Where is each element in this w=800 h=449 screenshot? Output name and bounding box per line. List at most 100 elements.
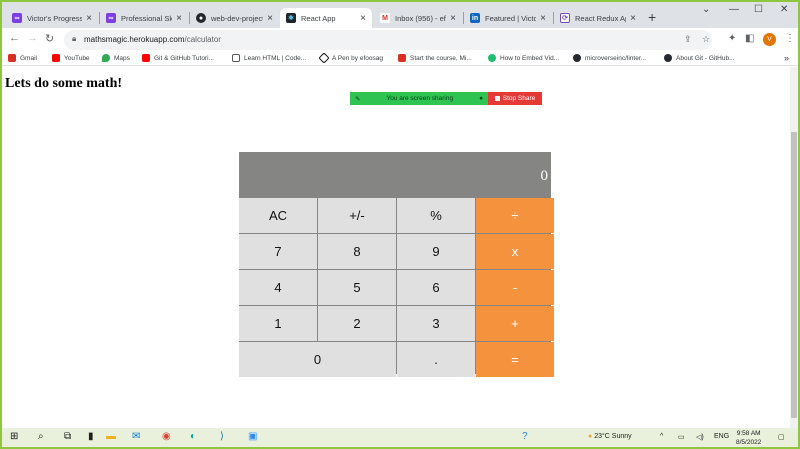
key-8[interactable]: 8 [318, 234, 396, 269]
menu-kebab-icon[interactable]: ⋮ [785, 33, 795, 44]
app-icon: ∞ [106, 13, 116, 23]
url-path: /calculator [184, 35, 221, 44]
key-subtract[interactable]: - [476, 270, 554, 305]
stop-share-button[interactable]: Stop Share [488, 92, 542, 105]
battery-icon[interactable]: ▭ [678, 433, 685, 441]
react-icon: ⚛ [286, 13, 296, 23]
app-icon: ∞ [12, 13, 22, 23]
widgets-icon[interactable]: ▮ [88, 431, 94, 442]
file-explorer-icon[interactable]: ▬ [106, 431, 116, 442]
volume-icon[interactable]: ◁) [696, 433, 704, 441]
mail-icon[interactable]: ✉ [132, 431, 140, 442]
key-multiply[interactable]: x [476, 234, 554, 269]
language-indicator[interactable]: ENG [714, 433, 729, 440]
tab-web-dev-project[interactable]: ● web-dev-project × [190, 8, 279, 28]
key-5[interactable]: 5 [318, 270, 396, 305]
lock-icon: 🔒︎ [72, 34, 77, 43]
reload-icon[interactable]: ↻ [45, 32, 54, 45]
weather-widget[interactable]: ● 23°C Sunny [588, 433, 632, 440]
key-2[interactable]: 2 [318, 306, 396, 341]
windows-start-icon[interactable]: ⊞ [10, 431, 18, 442]
bookmark-how-to-embed[interactable]: How to Embed Vid... [488, 54, 559, 62]
key-1[interactable]: 1 [239, 306, 317, 341]
clock-time: 9:58 AM [736, 430, 761, 437]
key-divide[interactable]: ÷ [476, 198, 554, 233]
close-icon[interactable]: × [360, 13, 366, 24]
profile-avatar[interactable]: V [763, 33, 776, 46]
task-view-icon[interactable]: ⧉ [64, 431, 71, 442]
close-window-icon[interactable]: ✕ [780, 4, 788, 15]
bookmark-star-icon[interactable]: ☆ [702, 34, 710, 45]
fiverr-icon [488, 54, 496, 62]
chrome-icon[interactable]: ◉ [162, 431, 171, 442]
clock[interactable]: 9:58 AM 8/5/2022 [736, 429, 761, 447]
key-7[interactable]: 7 [239, 234, 317, 269]
calculator: 0 AC +/- % ÷ 7 8 9 x 4 5 6 - 1 2 3 + 0 . [239, 152, 554, 377]
zoom-icon[interactable]: ▣ [248, 431, 257, 442]
bookmark-youtube[interactable]: YouTube [52, 54, 90, 62]
extensions-icon[interactable]: ✦ [728, 33, 736, 44]
bookmark-codepen[interactable]: A Pen by efoosag [318, 52, 383, 64]
new-tab-plus-icon[interactable]: + [648, 9, 656, 25]
tab-label: React App [301, 13, 336, 23]
bookmark-microverse-linter[interactable]: microverseinc/linter... [573, 54, 646, 62]
bookmark-start-the-course[interactable]: Start the course, Mi... [398, 54, 472, 62]
bookmark-learn-html[interactable]: Learn HTML | Code... [232, 54, 306, 62]
back-arrow-icon[interactable]: ← [9, 32, 20, 44]
youtube-icon [142, 54, 150, 62]
close-icon[interactable]: × [176, 13, 182, 24]
github-icon: ● [196, 13, 206, 23]
key-toggle-sign[interactable]: +/- [318, 198, 396, 233]
key-equals[interactable]: = [476, 342, 554, 377]
close-icon[interactable]: × [450, 13, 456, 24]
key-decimal[interactable]: . [397, 342, 475, 377]
forward-arrow-icon[interactable]: → [27, 32, 38, 44]
show-hidden-icons-icon[interactable]: ^ [660, 433, 663, 440]
tab-inbox[interactable]: M Inbox (956) - efo × [374, 8, 462, 28]
key-0[interactable]: 0 [239, 342, 396, 377]
bookmark-maps[interactable]: Maps [102, 54, 130, 62]
key-4[interactable]: 4 [239, 270, 317, 305]
tab-search-chevron-icon[interactable]: ⌄ [702, 4, 710, 15]
edge-icon[interactable]: ◐ [190, 431, 196, 442]
notifications-icon[interactable]: ▢ [778, 433, 785, 441]
key-add[interactable]: + [476, 306, 554, 341]
key-percent[interactable]: % [397, 198, 475, 233]
grip-icon[interactable]: ✎ [355, 95, 360, 103]
maximize-icon[interactable]: ☐ [754, 4, 763, 15]
scrollbar-thumb[interactable] [791, 132, 797, 418]
clock-date: 8/5/2022 [736, 439, 762, 446]
key-3[interactable]: 3 [397, 306, 475, 341]
close-icon[interactable]: × [540, 13, 546, 24]
codecademy-icon [232, 54, 240, 62]
close-icon[interactable]: × [630, 13, 636, 24]
tab-victors-progress[interactable]: ∞ Victor's Progress × [6, 8, 98, 28]
tab-linkedin-featured[interactable]: in Featured | Victor × [464, 8, 552, 28]
key-9[interactable]: 9 [397, 234, 475, 269]
github-icon [664, 54, 672, 62]
tab-react-redux-app[interactable]: ⟳ React Redux App × [554, 8, 642, 28]
bookmark-about-git[interactable]: About Git - GitHub... [664, 54, 735, 62]
tab-react-app[interactable]: ⚛ React App × [280, 8, 372, 28]
calculator-keypad: AC +/- % ÷ 7 8 9 x 4 5 6 - 1 2 3 + 0 . = [239, 198, 554, 377]
browser-toolbar: ← → ↻ 🔒︎ mathsmagic.herokuapp.com/calcul… [2, 28, 798, 52]
minimize-icon[interactable]: — [729, 4, 739, 15]
search-icon[interactable]: ⌕ [38, 431, 44, 442]
bookmark-gmail[interactable]: Gmail [8, 54, 37, 62]
side-panel-icon[interactable]: ◧ [745, 33, 754, 44]
address-bar[interactable]: 🔒︎ mathsmagic.herokuapp.com/calculator ⇪… [64, 30, 712, 50]
browser-window: ∞ Victor's Progress × ∞ Professional Ski… [2, 2, 798, 447]
share-icon[interactable]: ⇪ [684, 34, 692, 45]
vscode-icon[interactable]: ⟩ [220, 431, 224, 442]
tab-professional-skill[interactable]: ∞ Professional Skill × [100, 8, 188, 28]
key-6[interactable]: 6 [397, 270, 475, 305]
key-all-clear[interactable]: AC [239, 198, 317, 233]
close-icon[interactable]: × [267, 13, 273, 24]
help-icon[interactable]: ? [522, 431, 528, 442]
page-scrollbar[interactable] [790, 67, 798, 428]
bookmark-git-github-tutorial[interactable]: Git & GitHub Tutori... [142, 54, 214, 62]
codepen-icon [318, 52, 330, 64]
close-icon[interactable]: × [86, 13, 92, 24]
bookmarks-overflow-icon[interactable]: » [784, 53, 789, 63]
windows-taskbar: ⊞ ⌕ ⧉ ▮ ▬ ✉ ◉ ◐ ⟩ ▣ ? ● 23°C Sunny ^ ▭ ◁… [2, 428, 798, 447]
